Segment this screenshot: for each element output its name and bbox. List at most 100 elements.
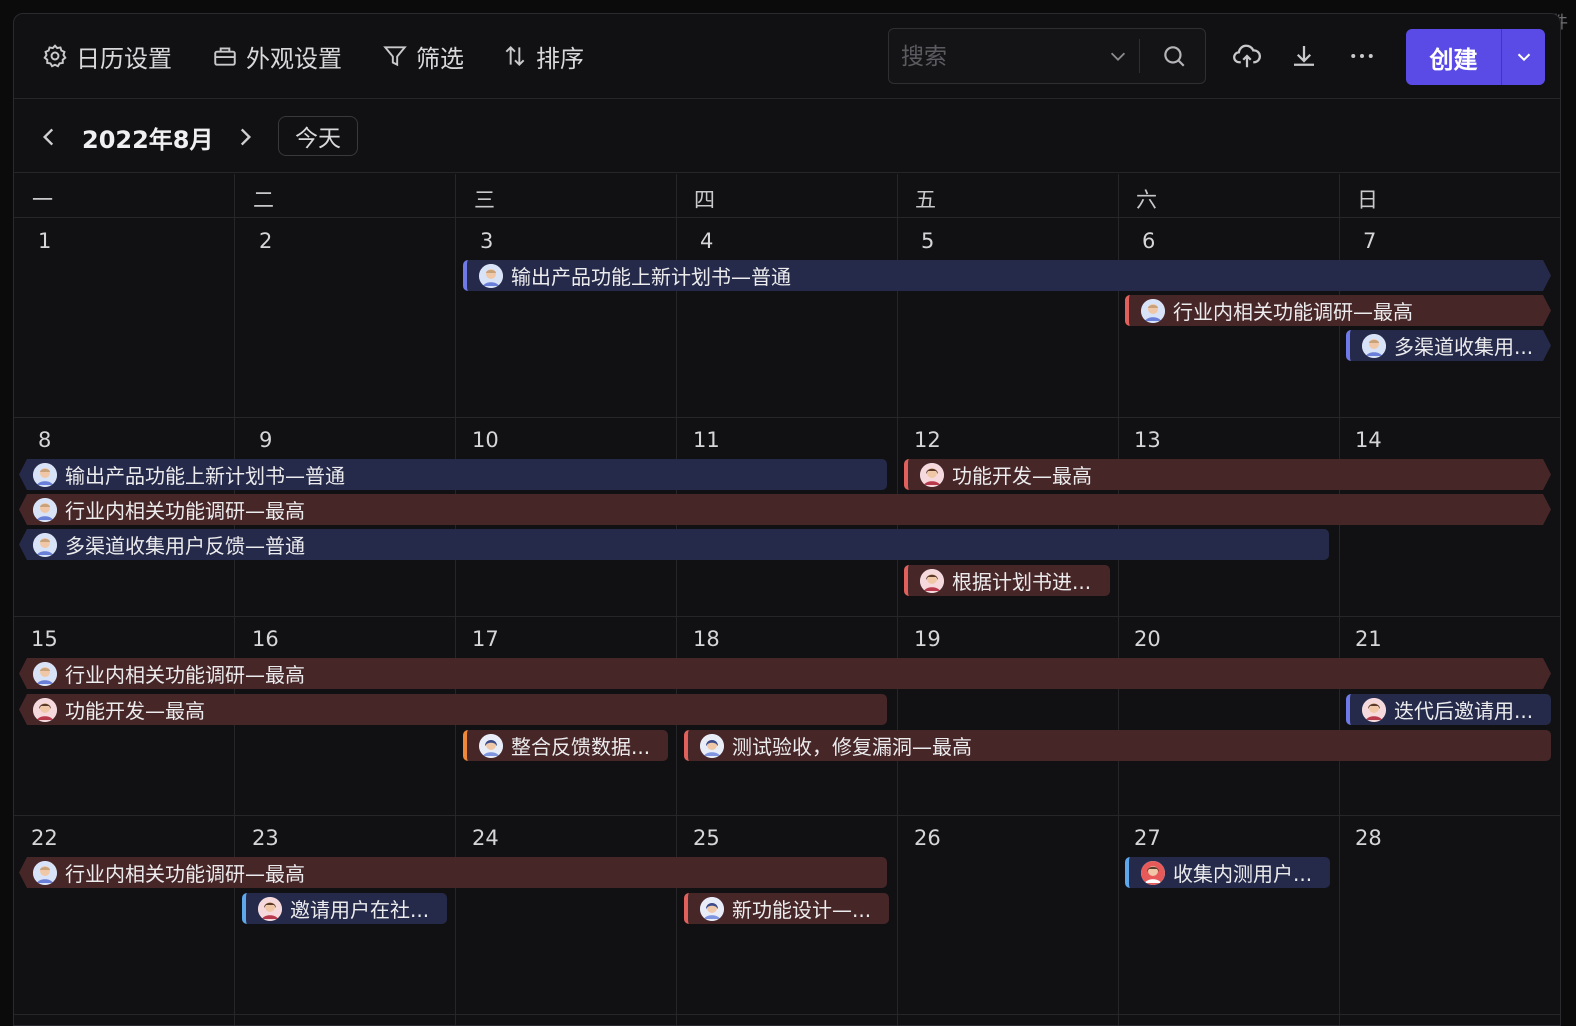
event-bar[interactable]: 行业内相关功能调研—最高 [19, 494, 1551, 525]
event-title: 功能开发—最高 [65, 699, 205, 723]
event-bar[interactable]: 输出产品功能上新计划书—普通 [463, 260, 1551, 291]
month-nav: 2022年8月 今天 [14, 100, 1560, 173]
event-bar[interactable]: 多渠道收集用... [1346, 330, 1551, 361]
filter-label: 筛选 [416, 44, 464, 73]
event-bar[interactable]: 整合反馈数据... [463, 730, 668, 761]
event-title: 行业内相关功能调研—最高 [65, 862, 305, 886]
day-number[interactable]: 10 [472, 428, 499, 452]
calendar-settings-label: 日历设置 [76, 44, 172, 73]
day-number[interactable]: 28 [1355, 826, 1382, 850]
day-number[interactable]: 12 [914, 428, 941, 452]
day-number[interactable]: 20 [1134, 627, 1161, 651]
day-number[interactable]: 26 [914, 826, 941, 850]
download-icon[interactable] [1289, 41, 1319, 71]
day-number[interactable]: 24 [472, 826, 499, 850]
more-icon[interactable] [1347, 41, 1377, 71]
day-number[interactable]: 3 [480, 229, 493, 253]
day-number[interactable]: 4 [700, 229, 713, 253]
day-number[interactable]: 2 [259, 229, 272, 253]
day-number[interactable]: 5 [921, 229, 934, 253]
day-number[interactable]: 16 [252, 627, 279, 651]
day-number[interactable]: 25 [693, 826, 720, 850]
create-dropdown-button[interactable] [1502, 29, 1545, 85]
search-divider [1139, 39, 1140, 73]
chevron-down-icon [1517, 53, 1530, 62]
event-bar[interactable]: 行业内相关功能调研—最高 [1125, 295, 1551, 326]
day-number[interactable]: 14 [1355, 428, 1382, 452]
day-number[interactable]: 7 [1363, 229, 1376, 253]
sort-label: 排序 [536, 44, 584, 73]
event-title: 功能开发—最高 [952, 464, 1092, 488]
chevron-down-icon[interactable] [1107, 45, 1129, 67]
calendar-settings-button[interactable]: 日历设置 [42, 40, 172, 73]
event-bar[interactable]: 行业内相关功能调研—最高 [19, 857, 887, 888]
gear-icon [43, 44, 67, 68]
weekday-label: 六 [1136, 188, 1157, 212]
event-bar[interactable]: 收集内测用户... [1125, 857, 1330, 888]
day-number[interactable]: 18 [693, 627, 720, 651]
event-title: 整合反馈数据... [511, 735, 651, 759]
avatar [33, 860, 57, 885]
create-button-group: 创建 [1406, 29, 1545, 85]
day-number[interactable]: 9 [259, 428, 272, 452]
avatar [1141, 860, 1165, 885]
day-number[interactable]: 17 [472, 627, 499, 651]
event-title: 根据计划书进... [952, 570, 1092, 594]
weekday-label: 五 [915, 188, 936, 212]
calendar-app: 日历设置 外观设置 筛选 排序 搜索 创建 2022年8月 今天 一 二 三 四… [13, 13, 1561, 1026]
event-bar[interactable]: 输出产品功能上新计划书—普通 [19, 459, 887, 490]
event-bar[interactable]: 新功能设计—... [684, 893, 889, 924]
day-number[interactable]: 11 [693, 428, 720, 452]
avatar [479, 733, 503, 758]
avatar [920, 568, 944, 593]
event-title: 邀请用户在社... [290, 898, 430, 922]
chevron-left-icon[interactable] [36, 124, 62, 150]
event-bar[interactable]: 根据计划书进... [904, 565, 1110, 596]
filter-icon [383, 46, 407, 67]
avatar [33, 697, 57, 722]
day-number[interactable]: 13 [1134, 428, 1161, 452]
create-button[interactable]: 创建 [1406, 29, 1501, 85]
day-number[interactable]: 15 [31, 627, 58, 651]
avatar [33, 662, 57, 686]
row-divider [14, 1014, 1560, 1015]
search-input[interactable] [901, 39, 1101, 75]
event-bar[interactable]: 功能开发—最高 [904, 459, 1551, 490]
day-number[interactable]: 22 [31, 826, 58, 850]
search-icon[interactable] [1161, 43, 1187, 69]
upload-icon[interactable] [1232, 41, 1262, 71]
event-bar[interactable]: 迭代后邀请用... [1346, 694, 1551, 725]
day-number[interactable]: 8 [38, 428, 51, 452]
day-number[interactable]: 23 [252, 826, 279, 850]
event-title: 行业内相关功能调研—最高 [65, 499, 305, 523]
weekday-label: 二 [253, 188, 274, 212]
day-number[interactable]: 21 [1355, 627, 1382, 651]
event-title: 测试验收，修复漏洞—最高 [732, 735, 972, 759]
today-button[interactable]: 今天 [278, 116, 358, 156]
filter-button[interactable]: 筛选 [382, 40, 464, 73]
column-divider [676, 174, 677, 1025]
event-bar[interactable]: 多渠道收集用户反馈—普通 [19, 529, 1329, 560]
event-bar[interactable]: 功能开发—最高 [19, 694, 887, 725]
event-title: 行业内相关功能调研—最高 [65, 663, 305, 687]
event-bar[interactable]: 邀请用户在社... [242, 893, 447, 924]
event-bar[interactable]: 测试验收，修复漏洞—最高 [684, 730, 1551, 761]
weekday-label: 日 [1357, 188, 1378, 212]
column-divider [1118, 174, 1119, 1025]
day-number[interactable]: 27 [1134, 826, 1161, 850]
day-number[interactable]: 1 [38, 229, 51, 253]
event-bar[interactable]: 行业内相关功能调研—最高 [19, 658, 1551, 689]
event-title: 输出产品功能上新计划书—普通 [511, 265, 791, 289]
weekday-label: 三 [474, 188, 495, 212]
toolbox-icon [214, 47, 236, 66]
chevron-right-icon[interactable] [232, 124, 258, 150]
avatar [258, 896, 282, 921]
event-title: 行业内相关功能调研—最高 [1173, 300, 1413, 324]
day-number[interactable]: 19 [914, 627, 941, 651]
sort-button[interactable]: 排序 [502, 40, 584, 73]
row-divider [14, 417, 1560, 418]
appearance-settings-button[interactable]: 外观设置 [212, 40, 342, 73]
avatar [920, 463, 944, 487]
day-number[interactable]: 6 [1142, 229, 1155, 253]
sort-icon [505, 45, 525, 67]
